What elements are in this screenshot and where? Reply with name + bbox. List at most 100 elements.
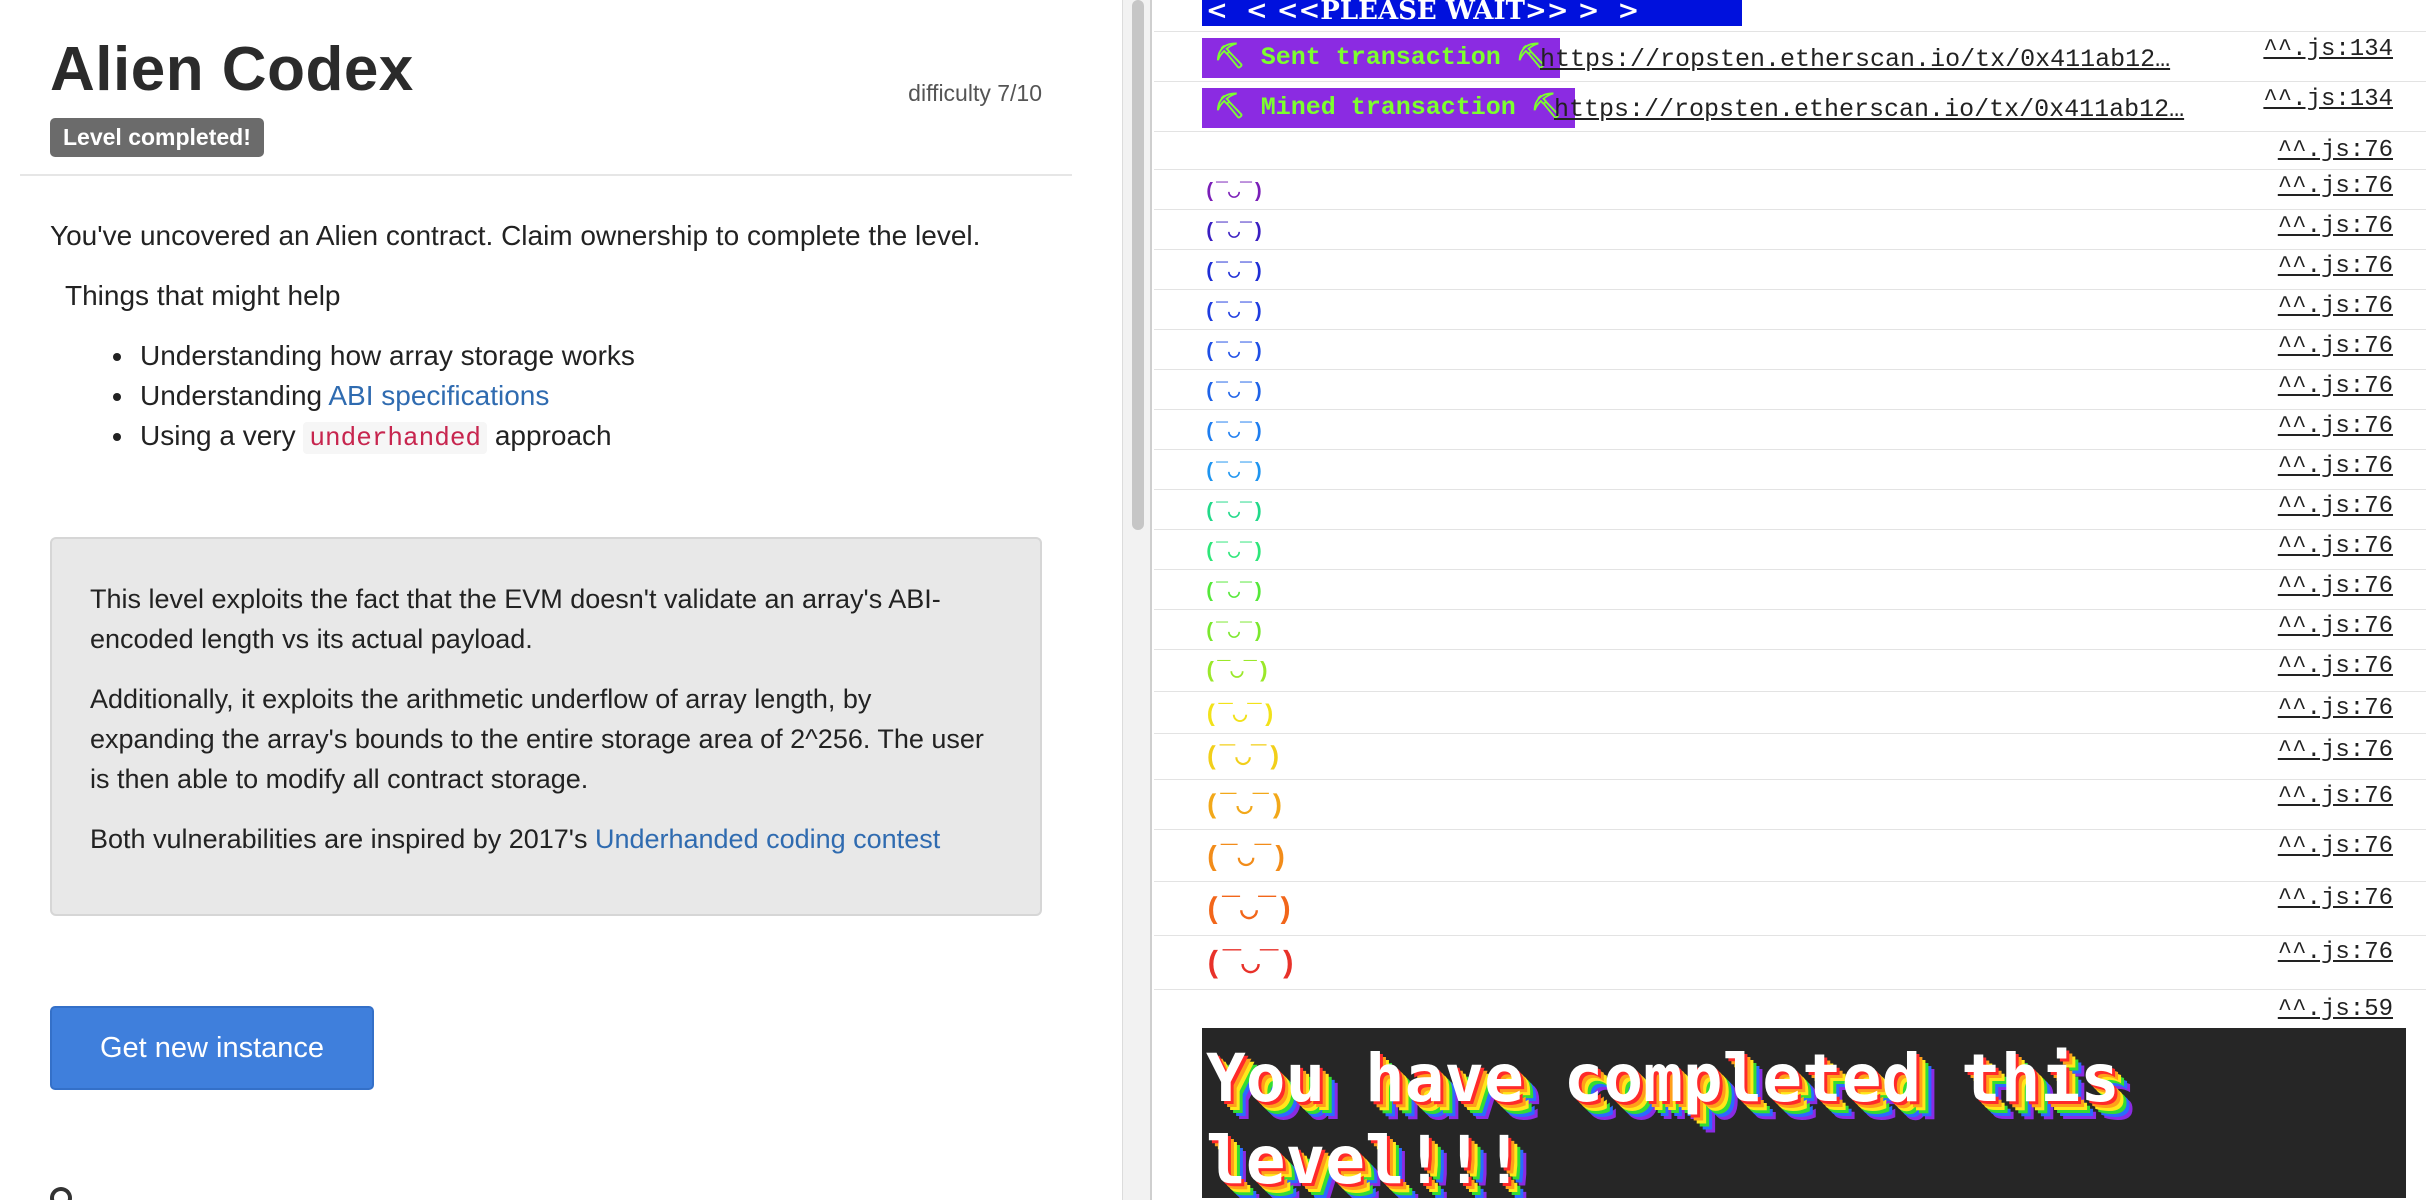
well-done-message: (‾◡‾) Well done: [1204, 378, 1385, 405]
console-row: (‾◡‾) Well done ^^.js:76: [1154, 780, 2426, 830]
well-done-message: (‾◡‾) Well done: [1204, 458, 1385, 485]
level-panel: Alien Codex difficulty 7/10 Level comple…: [0, 0, 1122, 1200]
well-done-text: Well done: [1275, 500, 1385, 525]
smiley-face: (‾◡‾): [1204, 341, 1277, 364]
list-item: Understanding ABI specifications: [113, 378, 635, 418]
note-text: Both vulnerabilities are inspired by 201…: [90, 824, 595, 854]
partial-icon: [50, 1187, 72, 1200]
well-done-message: (‾◡‾) Well done: [1204, 338, 1385, 365]
please-wait-banner: < < <<PLEASE WAIT>> > >: [1202, 0, 1742, 26]
completion-banner: You have completed this level!!!: [1202, 1028, 2406, 1198]
sent-transaction-tag: ⛏ Sent transaction ⛏: [1202, 38, 1560, 78]
source-link[interactable]: ^^.js:76: [2278, 573, 2393, 600]
well-done-message: (‾◡‾) Well done: [1204, 839, 1457, 875]
console-row: (‾◡‾) Well done ^^.js:76: [1154, 936, 2426, 990]
source-link[interactable]: ^^.js:76: [2278, 333, 2393, 360]
source-link[interactable]: ^^.js:76: [2278, 137, 2393, 164]
well-done-text: Well done: [1311, 893, 1475, 929]
source-link[interactable]: ^^.js:134: [2263, 36, 2393, 63]
source-link[interactable]: ^^.js:76: [2278, 253, 2393, 280]
note-paragraph: Both vulnerabilities are inspired by 201…: [90, 819, 1002, 859]
smiley-face: (‾◡‾): [1204, 501, 1277, 524]
well-done-text: Well done: [1275, 260, 1385, 285]
well-done-text: Well done: [1290, 701, 1421, 730]
level-header: Alien Codex difficulty 7/10 Level comple…: [20, 0, 1072, 176]
well-done-text: Well done: [1275, 620, 1385, 645]
console-row: (‾◡‾) Well done ^^.js:76: [1154, 610, 2426, 650]
well-done-message: (‾◡‾) Well done: [1204, 741, 1439, 773]
underhanded-contest-link[interactable]: Underhanded coding contest: [595, 824, 940, 854]
source-link[interactable]: ^^.js:76: [2278, 695, 2393, 722]
source-link[interactable]: ^^.js:76: [2278, 413, 2393, 440]
source-link[interactable]: ^^.js:76: [2278, 373, 2393, 400]
source-link[interactable]: ^^.js:76: [2278, 173, 2393, 200]
smiley-face: (‾◡‾): [1204, 894, 1313, 928]
well-done-text: Well done: [1275, 340, 1385, 365]
well-done-message: (‾◡‾) Well done: [1204, 178, 1385, 205]
well-done-message: (‾◡‾) Well done: [1204, 578, 1385, 605]
source-link[interactable]: ^^.js:76: [2278, 939, 2393, 966]
status-badge: Level completed!: [50, 118, 264, 157]
well-done-text: Well done: [1275, 420, 1385, 445]
source-link[interactable]: ^^.js:134: [2263, 86, 2393, 113]
completion-note: This level exploits the fact that the EV…: [50, 537, 1042, 916]
smiley-face: (‾◡‾): [1204, 659, 1284, 684]
completion-message: You have completed this level!!!: [1206, 1040, 2120, 1198]
source-link[interactable]: ^^.js:76: [2278, 833, 2393, 860]
source-link[interactable]: ^^.js:76: [2278, 653, 2393, 680]
console-row: (‾◡‾) Well done ^^.js:76: [1154, 650, 2426, 692]
well-done-message: (‾◡‾) Well done: [1204, 699, 1421, 730]
well-done-text: Well done: [1275, 220, 1385, 245]
source-link[interactable]: ^^.js:76: [2278, 493, 2393, 520]
console-row: (‾◡‾) Well done ^^.js:76: [1154, 830, 2426, 882]
well-done-message: (‾◡‾) Well done: [1204, 891, 1475, 929]
abi-specifications-link[interactable]: ABI specifications: [328, 380, 549, 411]
source-link[interactable]: ^^.js:59: [2278, 996, 2393, 1023]
console-row: ⛏ Sent transaction ⛏ https://ropsten.eth…: [1154, 32, 2426, 82]
smiley-face: (‾◡‾): [1204, 301, 1277, 324]
source-link[interactable]: ^^.js:76: [2278, 533, 2393, 560]
get-new-instance-button[interactable]: Get new instance: [50, 1006, 374, 1090]
source-link[interactable]: ^^.js:76: [2278, 613, 2393, 640]
well-done-text: Well done: [1297, 741, 1439, 773]
scrollbar-thumb[interactable]: [1132, 0, 1144, 530]
help-item-text: Using a very: [140, 420, 304, 451]
sent-transaction-link[interactable]: https://ropsten.etherscan.io/tx/0x411ab1…: [1540, 45, 2170, 74]
smiley-face: (‾◡‾): [1204, 421, 1277, 444]
smiley-face: (‾◡‾): [1204, 261, 1277, 284]
pane-scrollbar[interactable]: [1122, 0, 1152, 1200]
well-done-text: Well done: [1275, 300, 1385, 325]
console-row: (‾◡‾) Well done ^^.js:76: [1154, 290, 2426, 330]
source-link[interactable]: ^^.js:76: [2278, 453, 2393, 480]
level-description: You've uncovered an Alien contract. Clai…: [50, 220, 981, 251]
console-row: (‾◡‾) Well done ^^.js:76: [1154, 530, 2426, 570]
source-link[interactable]: ^^.js:76: [2278, 783, 2393, 810]
well-done-message: (‾◡‾) Well done: [1204, 498, 1385, 525]
source-link[interactable]: ^^.js:76: [2278, 885, 2393, 912]
well-done-text: Well done: [1275, 180, 1385, 205]
note-paragraph: Additionally, it exploits the arithmetic…: [90, 684, 984, 794]
console-row: (‾◡‾) Well done ^^.js:76: [1154, 490, 2426, 530]
well-done-text: Well done: [1315, 946, 1484, 983]
well-done-message: (‾◡‾) Well done: [1204, 298, 1385, 325]
smiley-face: (‾◡‾): [1204, 947, 1316, 982]
source-link[interactable]: ^^.js:76: [2278, 293, 2393, 320]
well-done-message: (‾◡‾) Well done: [1204, 618, 1385, 645]
help-heading: Things that might help: [65, 280, 341, 311]
smiley-face: (‾◡‾): [1204, 742, 1298, 772]
well-done-message: (‾◡‾) Well done: [1204, 944, 1484, 983]
well-done-text: Well done: [1275, 580, 1385, 605]
mined-transaction-link[interactable]: https://ropsten.etherscan.io/tx/0x411ab1…: [1554, 95, 2184, 124]
console-row: (‾◡‾) Well done ^^.js:76: [1154, 882, 2426, 936]
well-done-message: (‾◡‾) Well done: [1204, 538, 1385, 565]
source-link[interactable]: ^^.js:76: [2278, 213, 2393, 240]
difficulty-label: difficulty 7/10: [908, 80, 1042, 106]
smiley-face: (‾◡‾): [1204, 221, 1277, 244]
smiley-face: (‾◡‾): [1204, 381, 1277, 404]
well-done-message: (‾◡‾) Well done: [1204, 658, 1403, 685]
help-item-text: Understanding how array storage works: [140, 340, 635, 371]
console-row: (‾◡‾) Well done ^^.js:76: [1154, 370, 2426, 410]
source-link[interactable]: ^^.js:76: [2278, 737, 2393, 764]
well-done-text: Well done: [1283, 658, 1403, 685]
console-row: (‾◡‾) Well done ^^.js:76: [1154, 734, 2426, 780]
